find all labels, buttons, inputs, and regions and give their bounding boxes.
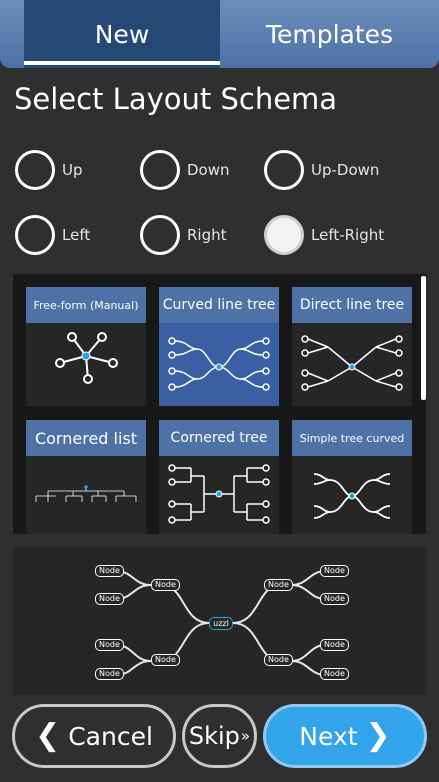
preview-node: Node (95, 639, 124, 651)
tab-bar: New Templates (0, 0, 439, 68)
layout-tile-simple-tree-curved[interactable]: Simple tree curved (292, 420, 412, 534)
radio-circle[interactable] (140, 150, 180, 190)
radio-circle[interactable] (140, 215, 180, 255)
layout-tile-cornered-tree[interactable]: Cornered tree (159, 420, 279, 534)
radio-label: Up (62, 161, 83, 179)
preview-node: Node (320, 668, 349, 680)
skip-button-label: Skip (188, 722, 240, 750)
preview-node: Node (320, 565, 349, 577)
radio-circle[interactable] (15, 150, 55, 190)
preview-node: Node (264, 579, 293, 591)
radio-label: Down (187, 161, 230, 179)
preview-node: Node (320, 593, 349, 605)
cornered-tree-diagram-icon (168, 464, 270, 524)
radio-left-right[interactable]: Left-Right (264, 215, 384, 255)
layout-tile-label: Cornered list (26, 420, 146, 456)
layout-tile-free-form[interactable]: Free-form (Manual) (26, 287, 146, 406)
radio-up[interactable]: Up (15, 150, 83, 190)
preview-center-node: uzzl (209, 617, 233, 630)
preview-node: Node (151, 579, 180, 591)
layout-tile-cornered-list[interactable]: Cornered list (26, 420, 146, 534)
double-chevron-right-icon: » (240, 727, 251, 745)
layout-tile-preview (159, 456, 279, 534)
cancel-button[interactable]: ❮ Cancel (12, 704, 176, 768)
layout-tile-preview (292, 323, 412, 406)
radio-left[interactable]: Left (15, 215, 90, 255)
layout-tile-label: Free-form (Manual) (26, 287, 146, 323)
layout-tile-preview (292, 456, 412, 534)
radio-right[interactable]: Right (140, 215, 227, 255)
preview-node: Node (320, 639, 349, 651)
cancel-button-label: Cancel (68, 721, 153, 751)
radio-label: Right (187, 226, 227, 244)
preview-node: Node (95, 565, 124, 577)
layout-tile-curved-line-tree[interactable]: Curved line tree (159, 287, 279, 406)
layout-tile-label: Curved line tree (159, 287, 279, 323)
layout-tile-label: Direct line tree (292, 287, 412, 323)
scrollbar[interactable] (421, 276, 426, 400)
direct-tree-diagram-icon (301, 335, 403, 391)
radio-circle[interactable] (15, 215, 55, 255)
tab-new[interactable]: New (24, 0, 220, 68)
chevron-left-icon: ❮ (35, 718, 61, 753)
layout-grid[interactable]: Free-form (Manual) Curved line tree Dire… (13, 274, 426, 534)
layout-tile-label: Cornered tree (159, 420, 279, 456)
radio-label: Up-Down (311, 161, 380, 179)
chevron-right-icon: ❯ (365, 718, 391, 753)
preview-node: Node (264, 654, 293, 666)
cornered-list-diagram-icon (35, 485, 137, 502)
skip-button[interactable]: Skip » (182, 704, 257, 768)
simple-curved-diagram-icon (313, 473, 391, 519)
tab-templates[interactable]: Templates (220, 0, 439, 68)
next-button[interactable]: Next ❯ (263, 704, 427, 768)
preview-node: Node (151, 654, 180, 666)
next-button-label: Next (299, 721, 358, 751)
layout-tile-preview (26, 456, 146, 534)
preview-node: Node (95, 668, 124, 680)
radio-down[interactable]: Down (140, 150, 230, 190)
radio-circle[interactable] (264, 150, 304, 190)
radio-label: Left (62, 226, 91, 244)
preview-node: Node (95, 593, 124, 605)
radio-label: Left-Right (311, 226, 385, 244)
free-form-diagram-icon (55, 332, 118, 384)
page-title: Select Layout Schema (14, 82, 338, 116)
layout-tile-direct-line-tree[interactable]: Direct line tree (292, 287, 412, 406)
layout-tile-label: Simple tree curved (292, 420, 412, 456)
layout-tile-preview (26, 323, 146, 406)
radio-up-down[interactable]: Up-Down (264, 150, 379, 190)
radio-circle-selected[interactable] (264, 215, 304, 255)
layout-tile-preview (159, 323, 279, 406)
curved-tree-diagram-icon (168, 337, 270, 391)
